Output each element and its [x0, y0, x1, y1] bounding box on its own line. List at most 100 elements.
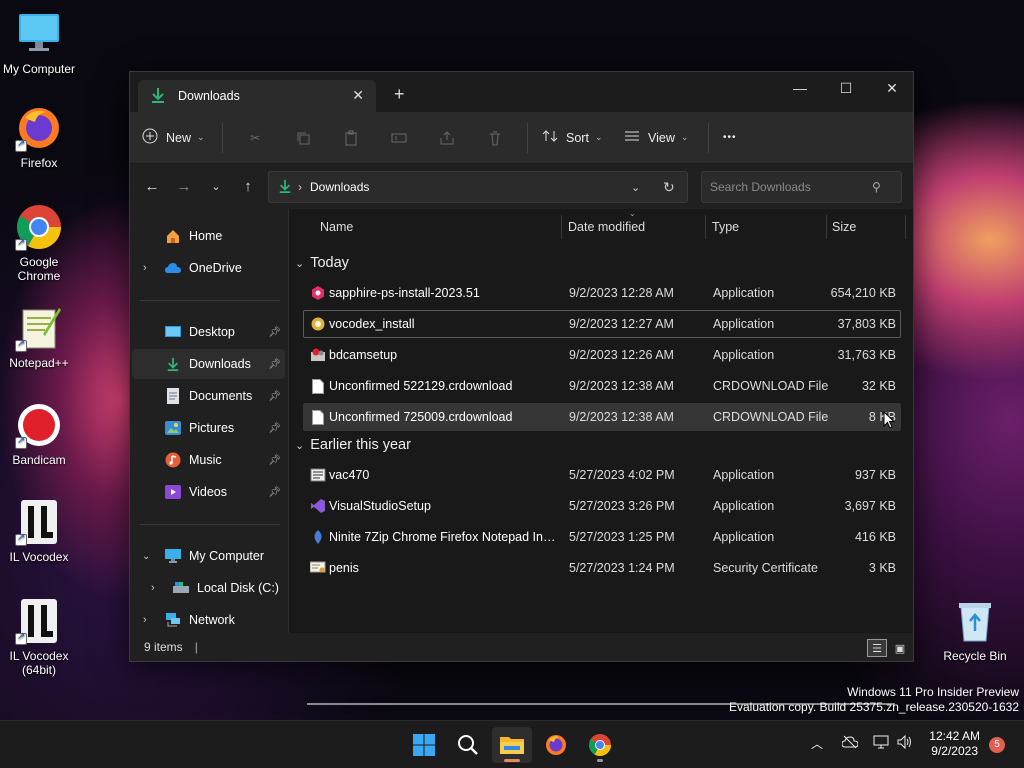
volume-icon[interactable] — [897, 734, 913, 752]
address-bar[interactable]: › Downloads ⌄ ↻ — [268, 171, 688, 203]
taskbar-clock[interactable]: 12:42 AM 9/2/2023 — [929, 729, 980, 759]
new-button[interactable]: New ⌄ — [142, 128, 214, 147]
sidebar-item-home[interactable]: Home — [132, 221, 285, 251]
start-button[interactable] — [404, 727, 444, 763]
desktop-icon-il-vocodex-64bit[interactable]: IL Vocodex (64bit) — [0, 597, 78, 677]
view-button[interactable]: View ⌄ — [616, 128, 700, 147]
column-divider[interactable] — [705, 215, 706, 239]
desktop-icon-recycle-bin[interactable]: Recycle Bin — [936, 597, 1014, 663]
sidebar-item-local-disk[interactable]: › Local Disk (C:) — [132, 573, 285, 603]
refresh-icon[interactable]: ↻ — [663, 179, 675, 196]
network-icon — [164, 612, 182, 628]
sort-button[interactable]: Sort ⌄ — [536, 128, 616, 147]
sidebar-item-downloads[interactable]: Downloads 📌︎ — [132, 349, 285, 379]
sidebar-item-videos[interactable]: Videos 📌︎ — [132, 477, 285, 507]
desktop-icon-bandicam[interactable]: Bandicam — [0, 401, 78, 467]
tab-downloads[interactable]: Downloads ✕ — [138, 80, 376, 112]
tiles-view-button[interactable]: ▣ — [890, 639, 910, 657]
column-header-type[interactable]: Type — [712, 220, 739, 234]
desktop-icon-label: Google Chrome — [17, 255, 61, 283]
file-row[interactable]: vac470 5/27/2023 4:02 PM Application 937… — [303, 461, 901, 489]
active-app-indicator — [504, 759, 520, 762]
chevron-down-icon[interactable]: ⌄ — [142, 551, 150, 562]
cut-icon[interactable]: ✂ — [231, 122, 279, 154]
forward-arrow-icon[interactable]: → — [168, 170, 200, 202]
delete-icon[interactable] — [471, 122, 519, 154]
file-row[interactable]: bdcamsetup 9/2/2023 12:26 AM Application… — [303, 341, 901, 369]
recent-locations-chevron-icon[interactable]: ⌄ — [200, 170, 232, 202]
vac-app-icon — [310, 467, 326, 483]
cloud-offline-icon[interactable] — [841, 735, 859, 752]
file-row[interactable]: VisualStudioSetup 5/27/2023 3:26 PM Appl… — [303, 492, 901, 520]
pictures-icon — [164, 420, 182, 436]
sidebar-item-onedrive[interactable]: › OneDrive — [132, 253, 285, 283]
pin-icon[interactable]: 📌︎ — [268, 423, 281, 434]
chevron-down-icon: ⌄ — [197, 132, 205, 142]
sidebar-item-desktop[interactable]: Desktop 📌︎ — [132, 317, 285, 347]
file-row[interactable]: penis 5/27/2023 1:24 PM Security Certifi… — [303, 554, 901, 582]
share-icon[interactable] — [423, 122, 471, 154]
file-row[interactable]: vocodex_install 9/2/2023 12:27 AM Applic… — [303, 310, 901, 338]
pin-icon[interactable]: 📌︎ — [268, 487, 281, 498]
taskbar-file-explorer[interactable] — [492, 727, 532, 763]
taskbar-search-button[interactable] — [448, 727, 488, 763]
chevron-right-icon[interactable]: › — [143, 614, 147, 626]
file-row[interactable]: Unconfirmed 725009.crdownload 9/2/2023 1… — [303, 403, 901, 431]
taskbar: ︿ 12:42 AM 9/2/2023 5 — [0, 720, 1024, 768]
more-options-button[interactable]: ••• — [717, 132, 737, 143]
maximize-button[interactable]: ☐ — [823, 72, 869, 104]
address-history-chevron-icon[interactable]: ⌄ — [631, 181, 640, 194]
chevron-right-icon[interactable]: › — [151, 582, 155, 594]
rename-icon[interactable] — [375, 122, 423, 154]
desktop-icon-firefox[interactable]: Firefox — [0, 104, 78, 170]
sidebar-item-documents[interactable]: Documents 📌︎ — [132, 381, 285, 411]
close-button[interactable]: ✕ — [869, 72, 915, 104]
column-divider[interactable] — [905, 215, 906, 239]
taskbar-chrome[interactable] — [580, 727, 620, 763]
pin-icon[interactable]: 📌︎ — [268, 455, 281, 466]
column-header-date-modified[interactable]: Date modified — [568, 220, 645, 234]
sidebar-item-music[interactable]: Music 📌︎ — [132, 445, 285, 475]
column-header-name[interactable]: Name — [320, 220, 353, 234]
desktop-icon-google-chrome[interactable]: Google Chrome — [0, 203, 78, 283]
back-arrow-icon[interactable]: ← — [136, 170, 168, 202]
search-icon[interactable]: ⚲ — [872, 180, 881, 194]
file-row[interactable]: Unconfirmed 522129.crdownload 9/2/2023 1… — [303, 372, 901, 400]
il-vocodex-icon — [15, 597, 63, 645]
notification-badge[interactable]: 5 — [989, 737, 1005, 753]
desktop-icon-il-vocodex[interactable]: IL Vocodex — [0, 498, 78, 564]
network-status-icon[interactable] — [873, 735, 889, 752]
desktop-icon-notepad-plus-plus[interactable]: Notepad++ — [0, 304, 78, 370]
minimize-button[interactable]: — — [777, 72, 823, 104]
sidebar-item-network[interactable]: › Network — [132, 605, 285, 635]
column-divider[interactable] — [561, 215, 562, 239]
file-row[interactable]: Ninite 7Zip Chrome Firefox Notepad Inst.… — [303, 523, 901, 551]
breadcrumb-downloads[interactable]: Downloads — [310, 180, 369, 194]
sidebar-item-my-computer[interactable]: ⌄ My Computer — [132, 541, 285, 571]
file-row[interactable]: sapphire-ps-install-2023.51 9/2/2023 12:… — [303, 279, 901, 307]
pin-icon[interactable]: 📌︎ — [268, 327, 281, 338]
new-tab-button[interactable]: + — [394, 84, 405, 105]
column-divider[interactable] — [826, 215, 827, 239]
sidebar-item-label: Videos — [189, 485, 227, 499]
taskbar-firefox[interactable] — [536, 727, 576, 763]
group-header-earlier-this-year[interactable]: ⌄ Earlier this year — [295, 437, 411, 453]
desktop-icon-my-computer[interactable]: My Computer — [0, 10, 78, 76]
tab-close-icon[interactable]: ✕ — [352, 87, 364, 104]
search-input[interactable] — [702, 180, 872, 194]
chevron-right-icon[interactable]: › — [143, 262, 147, 274]
sidebar-item-label: Pictures — [189, 421, 235, 435]
up-arrow-icon[interactable]: ↑ — [232, 170, 264, 202]
show-hidden-icons-chevron-icon[interactable]: ︿ — [811, 735, 823, 752]
search-box[interactable]: ⚲ — [701, 171, 902, 203]
pin-icon[interactable]: 📌︎ — [268, 359, 281, 370]
sidebar-item-pictures[interactable]: Pictures 📌︎ — [132, 413, 285, 443]
file-type: Application — [713, 468, 775, 482]
column-header-size[interactable]: Size — [832, 220, 856, 234]
file-date: 9/2/2023 12:38 AM — [569, 410, 674, 424]
pin-icon[interactable]: 📌︎ — [268, 391, 281, 402]
paste-icon[interactable] — [327, 122, 375, 154]
details-view-button[interactable]: ☰ — [867, 639, 887, 657]
copy-icon[interactable] — [279, 122, 327, 154]
group-header-today[interactable]: ⌄ Today — [295, 255, 349, 271]
